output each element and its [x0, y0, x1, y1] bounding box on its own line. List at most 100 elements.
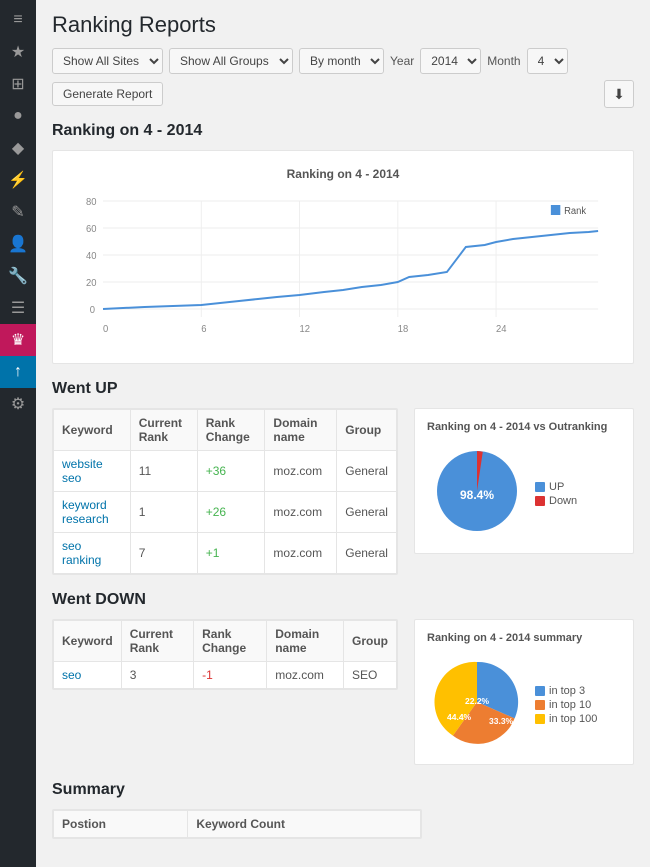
went-up-table-wrapper: Keyword Current Rank Rank Change Domain …	[52, 408, 398, 575]
line-chart-wrapper: 80 60 40 20 0 0 6 12 18 24	[69, 187, 617, 347]
sites-select[interactable]: Show All Sites	[52, 48, 163, 74]
pie-summary-legend: in top 3 in top 10 in top 100	[535, 685, 597, 727]
legend-up-dot	[535, 482, 545, 492]
svg-text:80: 80	[86, 197, 97, 208]
sidebar-icon-bolt[interactable]: ⚡	[0, 164, 36, 196]
pie-up-card: Ranking on 4 - 2014 vs Outranking 98.4%	[414, 408, 634, 554]
legend-down-label: Down	[549, 495, 577, 507]
download-button[interactable]: ⬇	[604, 80, 634, 108]
line-chart-title: Ranking on 4 - 2014	[69, 167, 617, 181]
col-keyword-d: Keyword	[54, 621, 122, 662]
svg-text:22.2%: 22.2%	[465, 696, 490, 706]
domain-cell: moz.com	[265, 492, 337, 533]
change-cell: +1	[197, 533, 265, 574]
ranking-heading: Ranking on 4 - 2014	[52, 122, 634, 140]
svg-text:6: 6	[201, 324, 206, 335]
month-label: Month	[487, 54, 520, 68]
went-up-table: Keyword Current Rank Rank Change Domain …	[53, 409, 397, 574]
legend-top3-dot	[535, 686, 545, 696]
sidebar-icon-star[interactable]: ★	[0, 36, 36, 68]
sidebar-icon-edit[interactable]: ✎	[0, 196, 36, 228]
group-cell: General	[337, 451, 397, 492]
went-up-content: Keyword Current Rank Rank Change Domain …	[52, 408, 634, 575]
went-up-heading: Went UP	[52, 380, 634, 398]
sidebar-icon-diamond[interactable]: ◆	[0, 132, 36, 164]
domain-cell: moz.com	[265, 533, 337, 574]
sidebar-icon-settings[interactable]: ⚙	[0, 388, 36, 420]
sidebar-icon-bars[interactable]: ☰	[0, 292, 36, 324]
svg-text:12: 12	[300, 324, 311, 335]
summary-heading: Summary	[52, 781, 634, 799]
legend-top100-dot	[535, 714, 545, 724]
col-domain-d: Domain name	[267, 621, 344, 662]
sidebar-icon-crown[interactable]: ♛	[0, 324, 36, 356]
sidebar-icon-up[interactable]: ↑	[0, 356, 36, 388]
period-select[interactable]: By month	[299, 48, 384, 74]
legend-top10-dot	[535, 700, 545, 710]
rank-cell: 1	[130, 492, 197, 533]
legend-down-dot	[535, 496, 545, 506]
domain-cell: moz.com	[267, 662, 344, 689]
pie-up-legend: UP Down	[535, 481, 577, 509]
went-up-section: Went UP Keyword Current Rank Rank Change…	[52, 380, 634, 575]
month-select[interactable]: 4	[527, 48, 568, 74]
col-position: Postion	[54, 811, 188, 838]
col-current-rank-d: Current Rank	[121, 621, 193, 662]
svg-text:40: 40	[86, 251, 97, 262]
col-keyword: Keyword	[54, 410, 131, 451]
year-select[interactable]: 2014	[420, 48, 481, 74]
line-chart-card: Ranking on 4 - 2014 80 60 40 20 0 0 6 12…	[52, 150, 634, 364]
toolbar: Show All Sites Show All Groups By month …	[52, 48, 634, 108]
svg-text:18: 18	[398, 324, 409, 335]
svg-text:24: 24	[496, 324, 507, 335]
summary-header-row: Postion Keyword Count	[54, 811, 421, 838]
pie-summary-title: Ranking on 4 - 2014 summary	[427, 632, 621, 644]
legend-up-label: UP	[549, 481, 564, 493]
summary-table-wrapper: Postion Keyword Count	[52, 809, 422, 839]
svg-text:44.4%: 44.4%	[447, 712, 472, 722]
col-group-d: Group	[343, 621, 396, 662]
went-down-section: Went DOWN Keyword Current Rank Rank Chan…	[52, 591, 634, 765]
sidebar-icon-circle[interactable]: ●	[0, 100, 36, 132]
keyword-cell: keyword research	[54, 492, 131, 533]
pie-summary-container: 22.2% 33.3% 44.4% in top 3 in top 10	[427, 652, 621, 752]
svg-text:60: 60	[86, 224, 97, 235]
keyword-cell: seo ranking	[54, 533, 131, 574]
went-up-header-row: Keyword Current Rank Rank Change Domain …	[54, 410, 397, 451]
sidebar-icon-user[interactable]: 👤	[0, 228, 36, 260]
page-title: Ranking Reports	[52, 12, 634, 38]
legend-top100-label: in top 100	[549, 713, 597, 725]
pie-up-svg: 98.4%	[427, 441, 527, 541]
svg-text:98.4%: 98.4%	[460, 488, 494, 502]
col-keyword-count: Keyword Count	[188, 811, 421, 838]
change-cell: +36	[197, 451, 265, 492]
summary-section: Summary Postion Keyword Count	[52, 781, 634, 839]
change-cell: -1	[194, 662, 267, 689]
svg-text:Rank: Rank	[564, 206, 586, 217]
legend-up: UP	[535, 481, 577, 493]
keyword-cell: website seo	[54, 451, 131, 492]
legend-top10-label: in top 10	[549, 699, 591, 711]
legend-top3-label: in top 3	[549, 685, 585, 697]
pie-up-container: 98.4% UP Down	[427, 441, 621, 541]
table-row: seo 3 -1 moz.com SEO	[54, 662, 397, 689]
generate-report-button[interactable]: Generate Report	[52, 82, 163, 106]
group-cell: SEO	[343, 662, 396, 689]
sidebar-icon-grid[interactable]: ⊞	[0, 68, 36, 100]
pie-up-chart: 98.4%	[427, 441, 527, 541]
sidebar-icon-wrench[interactable]: 🔧	[0, 260, 36, 292]
svg-text:0: 0	[90, 305, 96, 316]
table-row: keyword research 1 +26 moz.com General	[54, 492, 397, 533]
year-label: Year	[390, 54, 414, 68]
col-rank-change-d: Rank Change	[194, 621, 267, 662]
legend-top10: in top 10	[535, 699, 597, 711]
col-domain: Domain name	[265, 410, 337, 451]
sidebar-icon-menu[interactable]: ≡	[0, 4, 36, 36]
rank-cell: 7	[130, 533, 197, 574]
pie-summary-chart: 22.2% 33.3% 44.4%	[427, 652, 527, 752]
main-content: Ranking Reports Show All Sites Show All …	[36, 0, 650, 867]
groups-select[interactable]: Show All Groups	[169, 48, 293, 74]
line-chart-svg: 80 60 40 20 0 0 6 12 18 24	[69, 187, 617, 347]
went-down-heading: Went DOWN	[52, 591, 634, 609]
col-rank-change: Rank Change	[197, 410, 265, 451]
